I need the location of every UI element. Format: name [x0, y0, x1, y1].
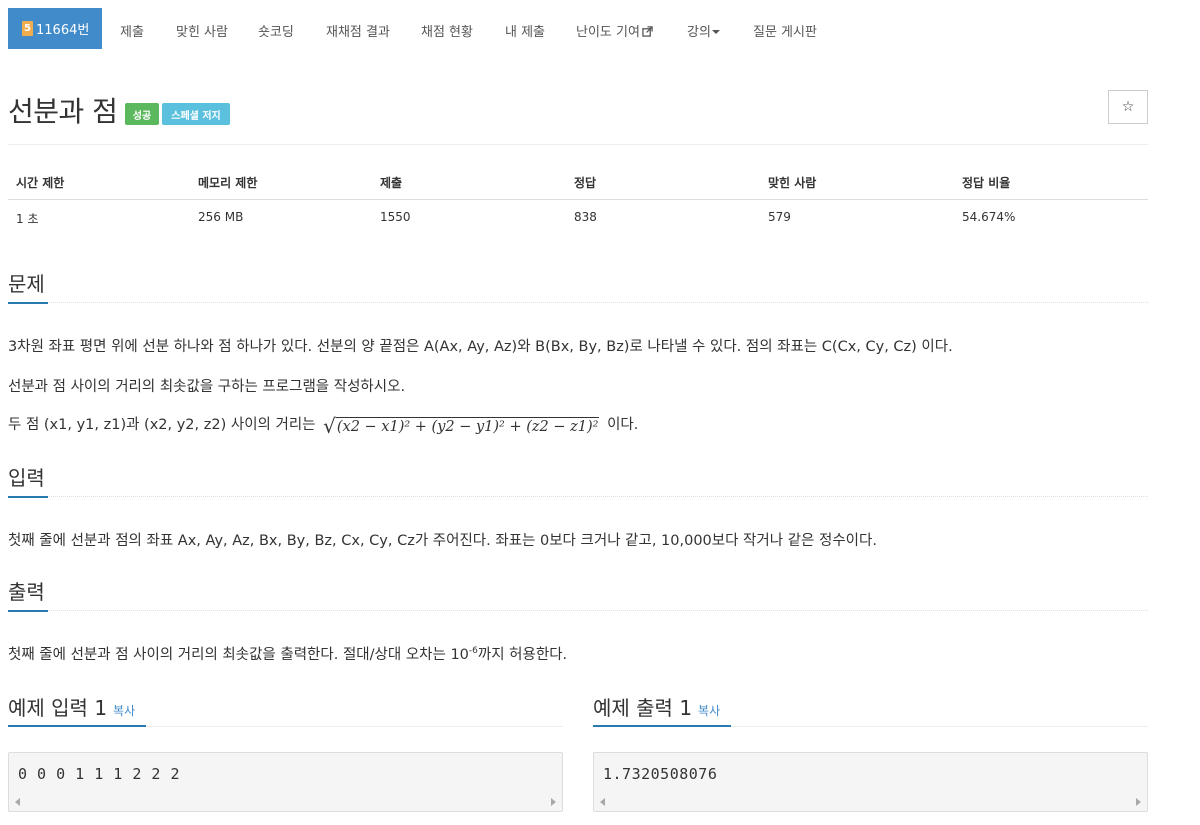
divider — [8, 144, 1148, 145]
sample-input-title: 예제 입력 1 복사 — [8, 692, 135, 721]
section-title-problem: 문제 — [8, 272, 45, 296]
distance-formula: √ (x2 − x1)² + (y2 − y1)² + (z2 − z1)² — [323, 414, 600, 438]
caret-down-icon — [711, 30, 720, 34]
status-badge-success: 성공 — [125, 103, 159, 125]
formula-body: (x2 − x1)² + (y2 − y1)² + (z2 − z1)² — [335, 417, 600, 435]
sample-output-box[interactable]: 1.7320508076 — [593, 752, 1148, 812]
problem-description: 3차원 좌표 평면 위에 선분 하나와 점 하나가 있다. 선분의 양 끝점은 … — [8, 339, 953, 355]
table-header-cell: 제출 — [380, 176, 403, 190]
nav-item-my-submissions[interactable]: 내 제출 — [505, 21, 545, 40]
output-exponent: -6 — [468, 646, 478, 657]
table-cell: 1550 — [380, 210, 411, 224]
scroll-right-icon[interactable] — [551, 798, 556, 806]
nav-difficulty-label: 난이도 기여 — [576, 25, 640, 40]
top-nav: 5 11664번 — [8, 8, 102, 49]
scroll-left-icon[interactable] — [600, 798, 605, 806]
nav-item-rejudge[interactable]: 재채점 결과 — [326, 21, 390, 40]
nav-item-difficulty[interactable]: 난이도 기여 — [576, 21, 653, 40]
star-icon: ☆ — [1121, 99, 1135, 115]
section-underline — [593, 725, 731, 727]
copy-output-button[interactable]: 복사 — [698, 704, 720, 718]
nav-item-submit[interactable]: 제출 — [120, 21, 144, 40]
table-header-cell: 정답 비율 — [962, 176, 1011, 190]
sample-output-title: 예제 출력 1 복사 — [593, 692, 720, 721]
divider — [8, 302, 1148, 303]
nav-problem-label: 11664번 — [36, 23, 90, 38]
sample-input-content: 0 0 0 1 1 1 2 2 2 — [18, 765, 181, 783]
divider — [8, 610, 1148, 611]
nav-item-board[interactable]: 질문 게시판 — [753, 21, 817, 40]
section-underline — [8, 496, 48, 498]
table-cell: 256 MB — [198, 210, 244, 224]
divider — [8, 496, 1148, 497]
table-cell: 1 초 — [16, 212, 39, 226]
scroll-left-icon[interactable] — [15, 798, 20, 806]
external-link-icon — [642, 26, 653, 37]
table-cell: 579 — [768, 210, 791, 224]
section-title-output: 출력 — [8, 580, 45, 604]
nav-item-problem[interactable]: 5 11664번 — [8, 8, 102, 49]
section-underline — [8, 610, 48, 612]
sqrt-icon: √ — [323, 414, 336, 438]
table-header-cell: 시간 제한 — [16, 176, 65, 190]
table-header-row: 시간 제한 메모리 제한 제출 정답 맞힌 사람 정답 비율 — [8, 164, 1148, 200]
section-underline — [8, 302, 48, 304]
problem-description-formula-line: 두 점 (x1, y1, z1)과 (x2, y2, z2) 사이의 거리는 √… — [8, 413, 638, 436]
nav-lecture-label: 강의 — [687, 25, 711, 40]
table-cell: 54.674% — [962, 210, 1016, 224]
section-underline — [8, 725, 146, 727]
output-description: 첫째 줄에 선분과 점 사이의 거리의 최솟값을 출력한다. 절대/상대 오차는… — [8, 643, 567, 664]
section-title-input: 입력 — [8, 466, 45, 490]
sample-input-box[interactable]: 0 0 0 1 1 1 2 2 2 — [8, 752, 563, 812]
sample-input-label: 예제 입력 1 — [8, 696, 108, 720]
problem-info-table: 시간 제한 메모리 제한 제출 정답 맞힌 사람 정답 비율 1 초 256 M… — [8, 164, 1148, 236]
output-text-prefix: 첫째 줄에 선분과 점 사이의 거리의 최솟값을 출력한다. 절대/상대 오차는… — [8, 647, 469, 663]
formula-prefix: 두 점 (x1, y1, z1)과 (x2, y2, z2) 사이의 거리는 — [8, 417, 316, 433]
problem-description: 선분과 점 사이의 거리의 최솟값을 구하는 프로그램을 작성하시오. — [8, 379, 406, 395]
table-header-cell: 정답 — [574, 176, 597, 190]
input-description: 첫째 줄에 선분과 점의 좌표 Ax, Ay, Az, Bx, By, Bz, … — [8, 533, 877, 549]
sample-output-content: 1.7320508076 — [603, 765, 718, 783]
formula-suffix: 이다. — [607, 417, 639, 433]
nav-item-lecture[interactable]: 강의 — [687, 21, 720, 40]
table-header-cell: 메모리 제한 — [198, 176, 258, 190]
favorite-button[interactable]: ☆ — [1108, 90, 1148, 124]
page-title: 선분과 점 — [8, 95, 118, 128]
nav-item-solvers[interactable]: 맞힌 사람 — [176, 21, 228, 40]
nav-item-status[interactable]: 채점 현황 — [421, 21, 473, 40]
table-header-cell: 맞힌 사람 — [768, 176, 817, 190]
nav-item-short-coding[interactable]: 숏코딩 — [258, 21, 294, 40]
problem-level-icon: 5 — [22, 21, 33, 36]
copy-input-button[interactable]: 복사 — [113, 704, 135, 718]
table-row: 1 초 256 MB 1550 838 579 54.674% — [8, 200, 1148, 236]
scroll-right-icon[interactable] — [1136, 798, 1141, 806]
sample-output-label: 예제 출력 1 — [593, 696, 693, 720]
output-text-suffix: 까지 허용한다. — [477, 647, 568, 663]
status-badge-special-judge: 스페셜 저지 — [162, 103, 230, 125]
table-cell: 838 — [574, 210, 597, 224]
